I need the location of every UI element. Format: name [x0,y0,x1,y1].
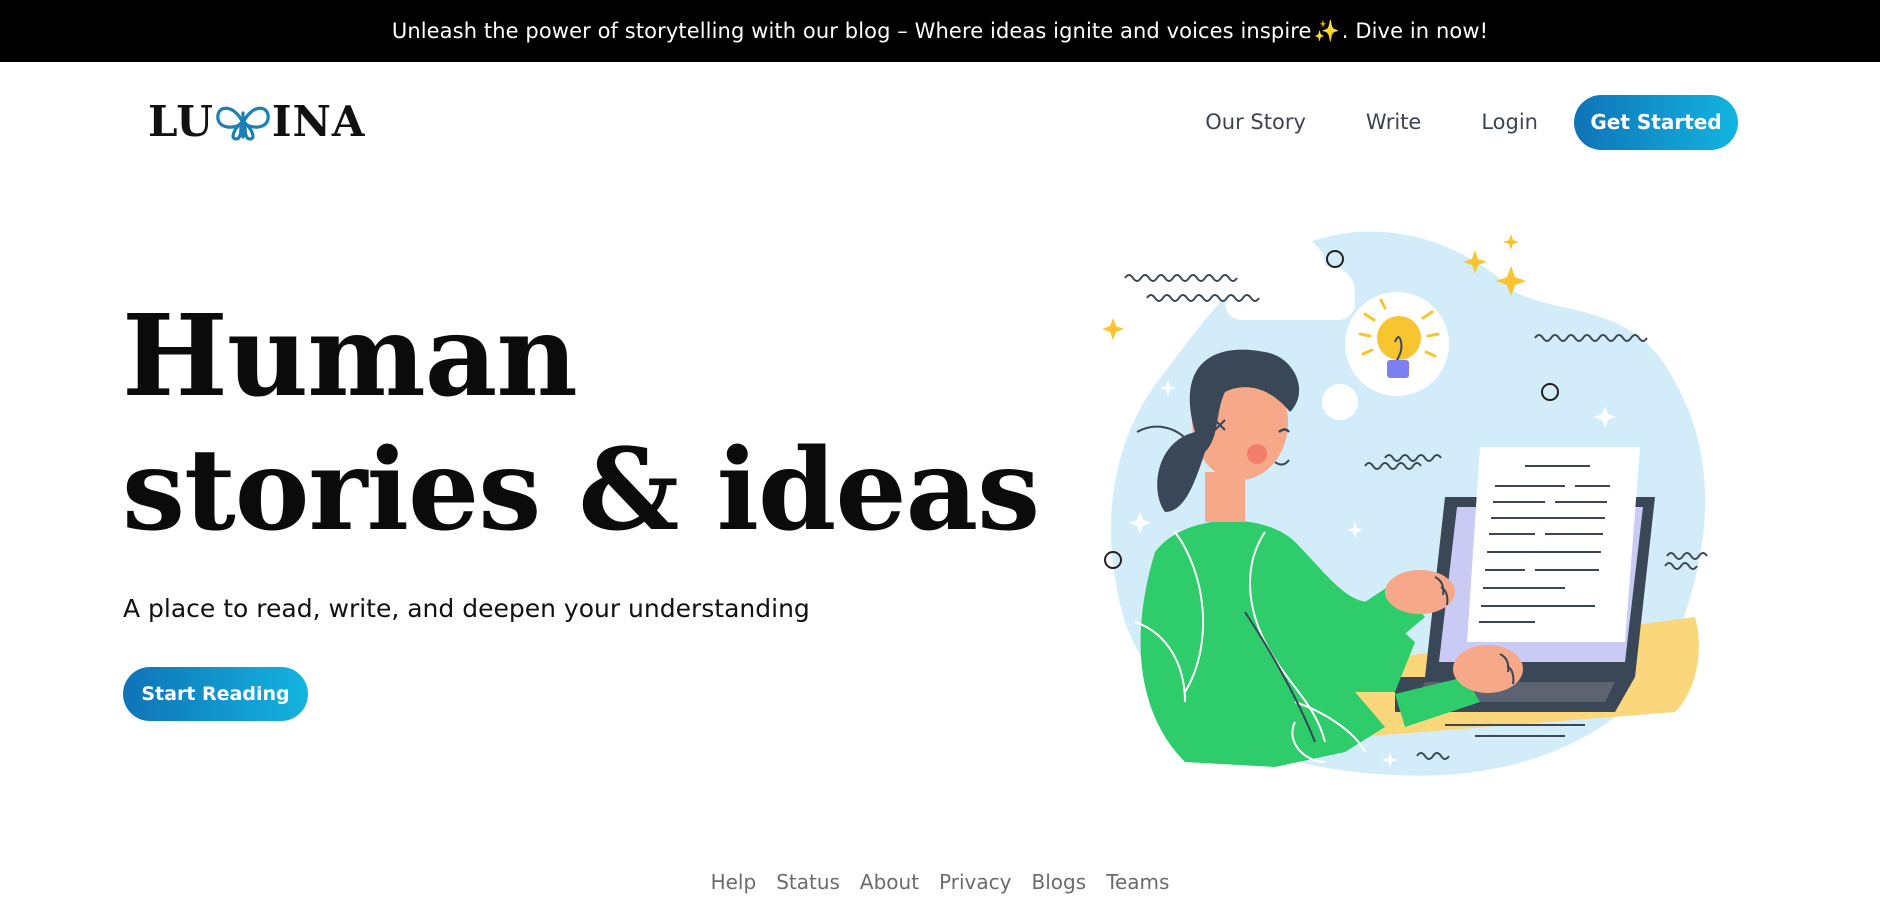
announcement-text: Unleash the power of storytelling with o… [391,19,1312,43]
get-started-button[interactable]: Get Started [1574,94,1738,150]
brand-left: LU [148,96,214,146]
footer-links: Help Status About Privacy Blogs Teams [0,862,1880,902]
footer-privacy[interactable]: Privacy [939,870,1011,894]
hero-title: Human stories & ideas [122,290,1040,558]
nav-write[interactable]: Write [1366,110,1421,134]
footer-blogs[interactable]: Blogs [1031,870,1086,894]
footer-help[interactable]: Help [711,870,757,894]
butterfly-icon [216,106,270,141]
hero-title-line1: Human [122,291,578,422]
hero-subtitle: A place to read, write, and deepen your … [123,594,810,623]
start-reading-button[interactable]: Start Reading [123,667,308,721]
footer-teams[interactable]: Teams [1106,870,1169,894]
hero-illustration [1102,231,1708,776]
footer-about[interactable]: About [860,870,919,894]
squiggle-1 [1124,274,1238,282]
document-paper [1467,447,1640,642]
brand-right: INA [271,96,366,146]
brand-logo[interactable]: LU INA [148,96,366,146]
announcement-bar: Unleash the power of storytelling with o… [0,0,1880,62]
hero-title-line2: stories & ideas [122,425,1040,556]
main-nav: Our Story Write Login Get Started [1205,94,1738,150]
site-header: LU INA Our Story Write Login Get Started [0,62,1880,180]
announcement-suffix: . Dive in now! [1341,19,1489,43]
footer-status[interactable]: Status [776,870,840,894]
nav-our-story[interactable]: Our Story [1205,110,1306,134]
nav-login[interactable]: Login [1481,110,1538,134]
sparkle-icon: ✨ [1313,18,1340,43]
